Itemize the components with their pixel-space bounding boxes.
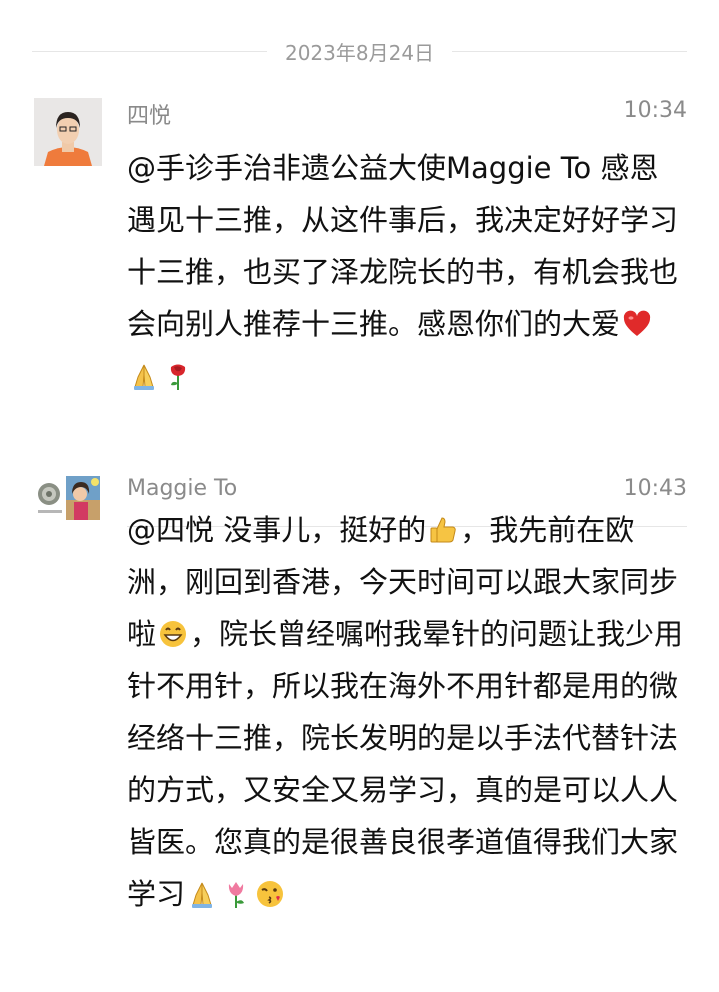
kissing-face-icon (255, 873, 285, 907)
avatar[interactable] (34, 98, 102, 166)
message-body: @手诊手治非遗公益大使Maggie To 感恩遇见十三推，从这件事后，我决定好好… (127, 142, 687, 402)
tulip-icon (221, 873, 251, 908)
date-line-right (452, 50, 688, 52)
sender-name[interactable]: Maggie To (127, 476, 237, 501)
grinning-face-icon (158, 613, 188, 647)
red-heart-icon (622, 303, 652, 336)
folded-hands-icon (129, 355, 159, 390)
message-body: @四悦 没事儿，挺好的 ，我先前在欧洲，刚回到香港，今天时间可以跟大家同步啦 ，院长… (127, 504, 687, 920)
message-text: @四悦 没事儿，挺好的 (127, 513, 427, 547)
date-label: 2023年8月24日 (284, 40, 435, 65)
message-text: @手诊手治非遗公益大使Maggie To 感恩遇见十三推，从这件事后，我决定好好… (127, 151, 679, 341)
avatar[interactable] (34, 472, 102, 540)
thumbs-up-icon (428, 509, 458, 543)
sender-name[interactable]: 四悦 (127, 98, 171, 130)
date-divider: 2023年8月24日 (32, 34, 688, 68)
rose-icon (163, 355, 193, 390)
date-line-left (32, 50, 267, 52)
message-time: 10:34 (623, 98, 687, 123)
message-text: ，院长曾经嘱咐我晕针的问题让我少用针不用针，所以我在海外不用针都是用的微经络十三… (127, 617, 684, 911)
folded-hands-icon (187, 873, 217, 908)
message-time: 10:43 (623, 476, 687, 501)
